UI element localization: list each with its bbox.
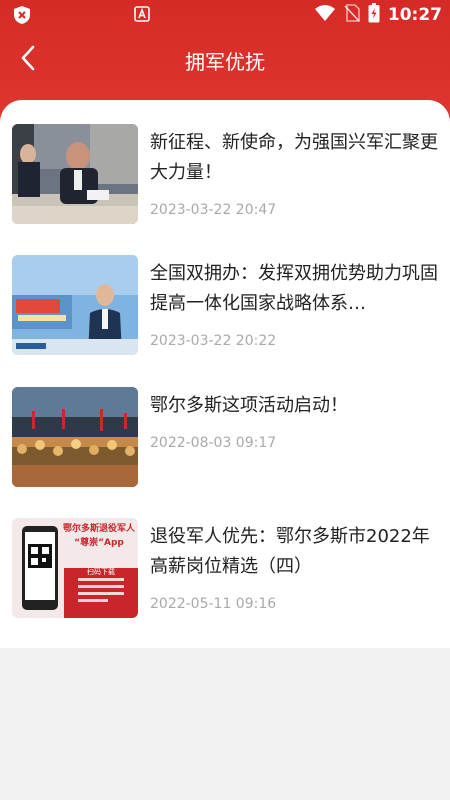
battery-charging-icon (368, 3, 380, 27)
news-item[interactable]: 鄂尔多斯退役军人 “尊崇”App 扫码下载 退役军人优先：鄂尔多斯市2022年高… (12, 518, 438, 620)
news-title: 鄂尔多斯这项活动启动！ (150, 395, 348, 416)
news-time: 2023-03-22 20:22 (150, 333, 277, 349)
poster-line1: 鄂尔多斯退役军人 (62, 524, 135, 534)
news-time: 2022-05-11 09:16 (150, 596, 277, 612)
news-item[interactable]: 鄂尔多斯这项活动启动！ 2022-08-03 09:17 (12, 387, 438, 489)
shield-icon (12, 5, 32, 29)
status-time: 10:27 (387, 5, 442, 25)
news-list: 新征程、新使命，为强国兴军汇聚更大力量！ 2023-03-22 20:47 全国… (0, 100, 450, 648)
news-item[interactable]: 全国双拥办：发挥双拥优势助力巩固提高一体化国家战略体系… 2023-03-22 … (12, 255, 438, 357)
news-thumbnail-poster: 鄂尔多斯退役军人 “尊崇”App 扫码下载 (12, 518, 138, 618)
status-bar: 10:27 (0, 0, 450, 30)
poster-label: 扫码下载 (87, 568, 115, 576)
news-title: 退役军人优先：鄂尔多斯市2022年高薪岗位精选（四） (150, 526, 430, 577)
page-title: 拥军优抚 (185, 50, 265, 74)
news-title: 新征程、新使命，为强国兴军汇聚更大力量！ (150, 132, 438, 183)
poster-line2: “尊崇”App (74, 538, 124, 548)
app-a-icon (134, 6, 150, 26)
news-thumbnail-meeting (12, 124, 138, 224)
news-time: 2022-08-03 09:17 (150, 435, 277, 451)
wifi-icon (314, 4, 336, 26)
nav-bar: 拥军优抚 (0, 36, 450, 84)
news-time: 2023-03-22 20:47 (150, 202, 277, 218)
news-thumbnail-crowd (12, 387, 138, 487)
no-sim-icon (344, 4, 360, 26)
news-item[interactable]: 新征程、新使命，为强国兴军汇聚更大力量！ 2023-03-22 20:47 (12, 124, 438, 226)
news-thumbnail-anchor (12, 255, 138, 355)
news-title: 全国双拥办：发挥双拥优势助力巩固提高一体化国家战略体系… (150, 263, 438, 314)
